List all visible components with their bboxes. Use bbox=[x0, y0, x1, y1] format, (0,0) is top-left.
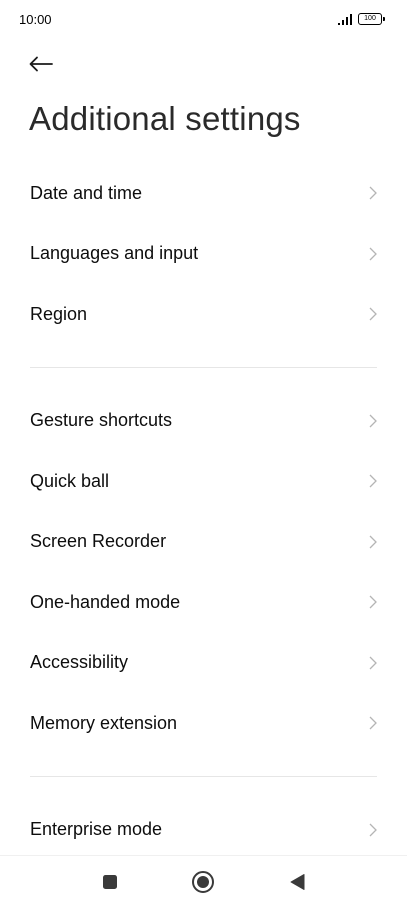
status-time: 10:00 bbox=[19, 12, 52, 27]
back-button[interactable] bbox=[26, 50, 56, 78]
chevron-right-icon bbox=[369, 474, 377, 488]
triangle-back-icon bbox=[290, 874, 305, 890]
settings-item-label: Screen Recorder bbox=[30, 531, 167, 552]
recents-button[interactable] bbox=[97, 869, 123, 895]
settings-item-accessibility[interactable]: Accessibility bbox=[0, 633, 407, 694]
chevron-right-icon bbox=[369, 186, 377, 200]
settings-item-label: Quick ball bbox=[30, 470, 110, 491]
navigation-bar bbox=[0, 855, 407, 906]
settings-item-gesture-shortcuts[interactable]: Gesture shortcuts bbox=[0, 391, 407, 452]
settings-item-quick-ball[interactable]: Quick ball bbox=[0, 451, 407, 512]
settings-item-one-handed-mode[interactable]: One-handed mode bbox=[0, 572, 407, 633]
settings-item-screen-recorder[interactable]: Screen Recorder bbox=[0, 512, 407, 573]
settings-item-languages-and-input[interactable]: Languages and input bbox=[0, 224, 407, 285]
chevron-right-icon bbox=[369, 716, 377, 730]
settings-item-label: Region bbox=[30, 303, 88, 324]
chevron-right-icon bbox=[369, 595, 377, 609]
battery-icon: 100 bbox=[358, 13, 385, 25]
status-indicators: 100 bbox=[338, 13, 385, 25]
settings-item-label: Languages and input bbox=[30, 243, 199, 264]
settings-item-label: Date and time bbox=[30, 182, 143, 203]
home-button[interactable] bbox=[190, 869, 216, 895]
chevron-right-icon bbox=[369, 307, 377, 321]
nav-back-button[interactable] bbox=[284, 869, 310, 895]
signal-bars-icon bbox=[338, 13, 352, 25]
section-divider bbox=[0, 345, 407, 391]
settings-item-label: One-handed mode bbox=[30, 591, 181, 612]
circle-icon bbox=[192, 871, 214, 893]
settings-item-date-and-time[interactable]: Date and time bbox=[0, 163, 407, 224]
settings-item-label: Gesture shortcuts bbox=[30, 410, 173, 431]
status-bar: 10:00 100 bbox=[0, 0, 407, 40]
settings-item-label: Accessibility bbox=[30, 652, 129, 673]
chevron-right-icon bbox=[369, 535, 377, 549]
square-icon bbox=[103, 875, 117, 889]
chevron-right-icon bbox=[369, 247, 377, 261]
settings-list: Date and time Languages and input Region… bbox=[0, 163, 407, 860]
arrow-left-icon bbox=[29, 56, 53, 72]
chevron-right-icon bbox=[369, 656, 377, 670]
section-divider bbox=[0, 754, 407, 800]
settings-item-region[interactable]: Region bbox=[0, 284, 407, 345]
page-title: Additional settings bbox=[29, 100, 301, 137]
chevron-right-icon bbox=[369, 414, 377, 428]
settings-item-label: Enterprise mode bbox=[30, 819, 163, 840]
chevron-right-icon bbox=[369, 823, 377, 837]
settings-item-memory-extension[interactable]: Memory extension bbox=[0, 693, 407, 754]
settings-item-label: Memory extension bbox=[30, 712, 178, 733]
battery-level: 100 bbox=[358, 13, 382, 25]
settings-item-enterprise-mode[interactable]: Enterprise mode bbox=[0, 800, 407, 861]
